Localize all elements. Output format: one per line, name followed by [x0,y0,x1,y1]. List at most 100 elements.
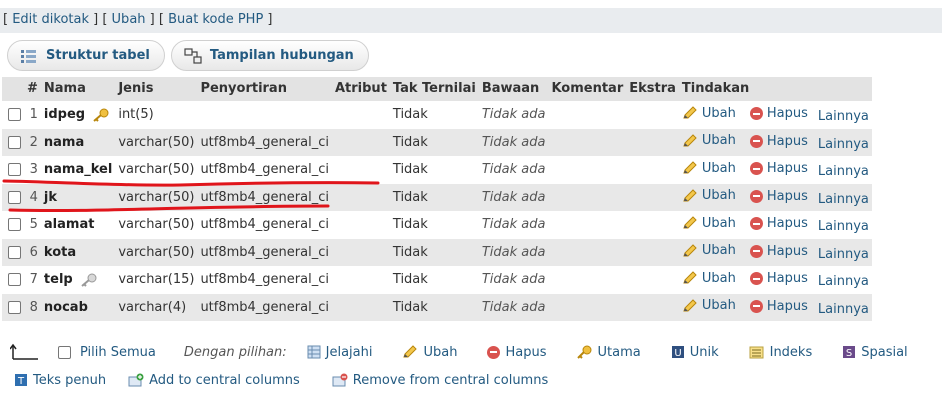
field-name[interactable]: nama [44,135,84,150]
row-drop-button[interactable]: Hapus [749,161,808,176]
pencil-icon [683,161,697,174]
row-more-button[interactable]: Lainnya [818,192,869,207]
row-checkbox[interactable] [8,245,21,259]
field-name[interactable]: jk [44,190,57,205]
row-more-button[interactable]: Lainnya [818,274,869,289]
row-checkbox[interactable] [8,273,21,287]
row-checkbox[interactable] [8,108,21,122]
index-button[interactable]: Indeks [749,345,812,360]
pencil-icon [683,106,697,119]
row-checkbox-cell [2,183,24,211]
header-collation[interactable]: Penyortiran [197,77,332,101]
browse-button[interactable]: Jelajahi [307,345,372,360]
row-drop-button[interactable]: Hapus [749,299,808,314]
field-name[interactable]: telp [44,272,73,287]
primary-key-label: Utama [597,344,641,360]
table-row: 2 nama varchar(50) utf8mb4_general_ci Tidak T… [2,128,872,156]
select-all-label[interactable]: Pilih Semua [80,345,156,360]
row-more-button[interactable]: Lainnya [818,219,869,234]
row-drop-button[interactable]: Hapus [749,271,808,286]
row-drop-button[interactable]: Hapus [749,134,808,149]
row-change-button[interactable]: Ubah [682,271,736,286]
header-default[interactable]: Bawaan [478,77,549,101]
row-checkbox[interactable] [8,135,21,149]
row-change-label: Ubah [701,133,736,148]
bulk-drop-label: Hapus [505,344,547,360]
top-strip [0,0,942,8]
index-icon [749,346,764,359]
row-change-button[interactable]: Ubah [682,243,736,258]
delete-icon [749,244,763,258]
field-name[interactable]: idpeg [44,107,85,122]
row-change-button[interactable]: Ubah [682,188,736,203]
row-actions: Ubah Hapus Lainnya [678,265,872,294]
field-extra [626,100,679,129]
pencil-icon [683,133,697,146]
row-number: 3 [24,155,41,184]
row-change-button[interactable]: Ubah [682,161,736,176]
field-type: int(5) [115,100,198,129]
row-change-button[interactable]: Ubah [682,216,736,231]
row-checkbox[interactable] [8,301,21,314]
add-central-columns-button[interactable]: Add to central columns [128,373,300,388]
header-name[interactable]: Nama [40,77,116,101]
browse-icon [307,345,321,359]
row-change-button[interactable]: Ubah [682,298,736,313]
field-name[interactable]: kota [44,245,76,260]
field-name-cell: idpeg [40,100,116,129]
row-change-button[interactable]: Ubah [682,106,736,121]
row-checkbox[interactable] [8,218,21,232]
add-central-icon [128,373,144,387]
create-php-code-link[interactable]: Buat kode PHP [168,12,263,27]
remove-central-columns-button[interactable]: Remove from central columns [332,373,548,388]
delete-icon [749,162,763,175]
field-collation: utf8mb4_general_ci [197,210,332,239]
header-attribute[interactable]: Atribut [331,77,390,101]
header-comment[interactable]: Komentar [548,77,627,101]
fulltext-button[interactable]: T Teks penuh [14,373,106,388]
row-drop-button[interactable]: Hapus [749,216,808,231]
field-null: Tidak [389,100,479,129]
bracket-close: ] [263,12,273,27]
row-more-button[interactable]: Lainnya [818,109,869,124]
field-name[interactable]: alamat [44,217,95,232]
row-checkbox[interactable] [8,163,21,177]
row-drop-button[interactable]: Hapus [749,106,808,121]
row-checkbox[interactable] [8,190,21,204]
row-more-button[interactable]: Lainnya [818,302,869,317]
header-extra[interactable]: Ekstra [626,77,679,101]
header-null[interactable]: Tak Ternilai [389,77,479,101]
table-structure-button[interactable]: Struktur tabel [7,40,165,71]
bulk-change-button[interactable]: Ubah [402,345,457,360]
row-actions: Ubah Hapus Lainnya [678,100,872,129]
field-extra [626,210,679,239]
field-comment [548,100,627,129]
pencil-icon [683,243,697,256]
bulk-drop-button[interactable]: Hapus [487,345,546,360]
field-null: Tidak [389,238,479,266]
primary-key-button[interactable]: Utama [576,344,641,360]
table-row: 1 idpeg int(5) Tidak Tidak ada Ubah Hapus Lainn… [2,100,872,129]
select-all-checkbox[interactable] [58,345,71,359]
header-type[interactable]: Jenis [115,77,198,101]
edit-inline-link[interactable]: Edit dikotak [12,12,89,27]
row-more-button[interactable]: Lainnya [818,137,869,152]
row-more-button[interactable]: Lainnya [818,164,869,179]
field-name[interactable]: nocab [44,300,88,315]
unique-button[interactable]: U Unik [671,345,719,360]
row-drop-button[interactable]: Hapus [749,244,808,259]
row-change-label: Ubah [701,243,736,258]
spatial-label: Spasial [861,344,908,360]
spatial-button[interactable]: S Spasial [842,344,908,360]
row-drop-button[interactable]: Hapus [749,189,808,204]
field-name[interactable]: nama_kel [44,162,112,177]
bulk-actions-bar: Pilih Semua Dengan pilihan: Jelajahi Uba… [10,340,940,364]
field-default: Tidak ada [478,210,549,239]
row-change-label: Ubah [701,160,736,176]
relation-view-button[interactable]: Tampilan hubungan [170,40,369,71]
bulk-change-label: Ubah [423,344,458,360]
row-more-button[interactable]: Lainnya [818,247,869,262]
ubah-link[interactable]: Ubah [112,12,146,27]
row-change-button[interactable]: Ubah [682,133,736,148]
field-attribute [331,128,390,156]
